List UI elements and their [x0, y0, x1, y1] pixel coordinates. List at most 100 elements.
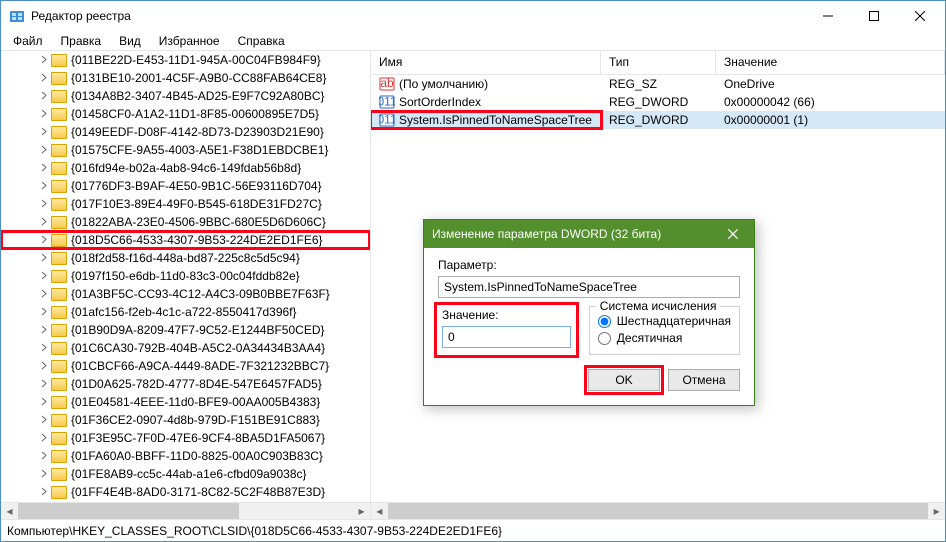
tree-item-label: {01FE8AB9-cc5c-44ab-a1e6-cfbd09a9038c}: [71, 467, 307, 481]
tree-item[interactable]: {01A3BF5C-CC93-4C12-A4C3-09B0BBE7F63F}: [1, 285, 370, 303]
value-data: OneDrive: [716, 77, 945, 91]
menu-file[interactable]: Файл: [5, 32, 51, 50]
expander-icon[interactable]: [39, 432, 50, 443]
expander-icon[interactable]: [39, 486, 50, 497]
expander-icon[interactable]: [39, 468, 50, 479]
tree-item-label: {018D5C66-4533-4307-9B53-224DE2ED1FE6}: [71, 233, 323, 247]
tree-item[interactable]: {01FF4E4B-8AD0-3171-8C82-5C2F48B87E3D}: [1, 483, 370, 501]
menu-bar: Файл Правка Вид Избранное Справка: [1, 31, 945, 51]
expander-icon[interactable]: [39, 342, 50, 353]
tree-item[interactable]: {0149EEDF-D08F-4142-8D73-D23903D21E90}: [1, 123, 370, 141]
window-title: Редактор реестра: [31, 9, 805, 23]
dialog-titlebar[interactable]: Изменение параметра DWORD (32 бита): [424, 220, 754, 248]
radix-hex[interactable]: Шестнадцатеричная: [598, 314, 731, 328]
folder-icon: [51, 414, 67, 427]
dialog-close-button[interactable]: [720, 223, 746, 245]
tree-item[interactable]: {01458CF0-A1A2-11D1-8F85-00600895E7D5}: [1, 105, 370, 123]
menu-edit[interactable]: Правка: [53, 32, 110, 50]
expander-icon[interactable]: [39, 216, 50, 227]
tree-item-label: {01E04581-4EEE-11d0-BFE9-00AA005B4383}: [71, 395, 320, 409]
tree-item[interactable]: {011BE22D-E453-11D1-945A-00C04FB984F9}: [1, 51, 370, 69]
col-value[interactable]: Значение: [716, 51, 945, 74]
tree-item[interactable]: {01E04581-4EEE-11d0-BFE9-00AA005B4383}: [1, 393, 370, 411]
radix-hex-radio[interactable]: [598, 315, 611, 328]
tree-item[interactable]: {018f2d58-f16d-448a-bd87-225c8c5d5c94}: [1, 249, 370, 267]
menu-help[interactable]: Справка: [230, 32, 293, 50]
edit-dword-dialog: Изменение параметра DWORD (32 бита) Пара…: [423, 219, 755, 406]
tree-item-label: {01C6CA30-792B-404B-A5C2-0A34434B3AA4}: [71, 341, 325, 355]
tree-item-label: {011BE22D-E453-11D1-945A-00C04FB984F9}: [71, 53, 321, 67]
expander-icon[interactable]: [39, 180, 50, 191]
col-name[interactable]: Имя: [371, 51, 601, 74]
expander-icon[interactable]: [39, 144, 50, 155]
radix-dec-radio[interactable]: [598, 332, 611, 345]
ok-button[interactable]: OK: [588, 369, 660, 391]
expander-icon[interactable]: [39, 306, 50, 317]
expander-icon[interactable]: [39, 396, 50, 407]
value-input[interactable]: [442, 326, 571, 348]
expander-icon[interactable]: [39, 234, 50, 245]
tree-item-label: {01575CFE-9A55-4003-A5E1-F38D1EBDCBE1}: [71, 143, 328, 157]
expander-icon[interactable]: [39, 324, 50, 335]
tree-item[interactable]: {01F36CE2-0907-4d8b-979D-F151BE91C883}: [1, 411, 370, 429]
tree-item[interactable]: {01FE8AB9-cc5c-44ab-a1e6-cfbd09a9038c}: [1, 465, 370, 483]
tree-item[interactable]: {01FA60A0-BBFF-11D0-8825-00A0C903B83C}: [1, 447, 370, 465]
tree-item[interactable]: {01afc156-f2eb-4c1c-a722-8550417d396f}: [1, 303, 370, 321]
tree-item-label: {0197f150-e6db-11d0-83c3-00c04fddb82e}: [71, 269, 300, 283]
expander-icon[interactable]: [39, 288, 50, 299]
expander-icon[interactable]: [39, 126, 50, 137]
expander-icon[interactable]: [39, 360, 50, 371]
expander-icon[interactable]: [39, 252, 50, 263]
col-type[interactable]: Тип: [601, 51, 716, 74]
expander-icon[interactable]: [39, 108, 50, 119]
maximize-button[interactable]: [851, 1, 897, 31]
tree-item-label: {01822ABA-23E0-4506-9BBC-680E5D6D606C}: [71, 215, 326, 229]
tree-item[interactable]: {0134A8B2-3407-4B45-AD25-E9F7C92A80BC}: [1, 87, 370, 105]
menu-view[interactable]: Вид: [111, 32, 149, 50]
tree-item[interactable]: {01D0A625-782D-4777-8D4E-547E6457FAD5}: [1, 375, 370, 393]
cancel-button[interactable]: Отмена: [668, 369, 740, 391]
tree-item[interactable]: {01822ABA-23E0-4506-9BBC-680E5D6D606C}: [1, 213, 370, 231]
tree-item[interactable]: {01CBCF66-A9CA-4449-8ADE-7F321232BBC7}: [1, 357, 370, 375]
list-row[interactable]: 011SortOrderIndexREG_DWORD0x00000042 (66…: [371, 93, 945, 111]
close-button[interactable]: [897, 1, 943, 31]
folder-icon: [51, 234, 67, 247]
tree-item[interactable]: {01F3E95C-7F0D-47E6-9CF4-8BA5D1FA5067}: [1, 429, 370, 447]
tree-item[interactable]: {01C6CA30-792B-404B-A5C2-0A34434B3AA4}: [1, 339, 370, 357]
folder-icon: [51, 216, 67, 229]
tree-pane: {011BE22D-E453-11D1-945A-00C04FB984F9} {0…: [1, 51, 371, 519]
expander-icon[interactable]: [39, 72, 50, 83]
expander-icon[interactable]: [39, 162, 50, 173]
list-row[interactable]: 011System.IsPinnedToNameSpaceTreeREG_DWO…: [371, 111, 945, 129]
expander-icon[interactable]: [39, 54, 50, 65]
menu-favorites[interactable]: Избранное: [151, 32, 228, 50]
folder-icon: [51, 54, 67, 67]
tree-item[interactable]: {016fd94e-b02a-4ab8-94c6-149fdab56b8d}: [1, 159, 370, 177]
minimize-button[interactable]: [805, 1, 851, 31]
tree-item-label: {0131BE10-2001-4C5F-A9B0-CC88FAB64CE8}: [71, 71, 327, 85]
tree-item[interactable]: {0197f150-e6db-11d0-83c3-00c04fddb82e}: [1, 267, 370, 285]
radix-dec[interactable]: Десятичная: [598, 331, 731, 345]
tree-item[interactable]: {01575CFE-9A55-4003-A5E1-F38D1EBDCBE1}: [1, 141, 370, 159]
tree-item[interactable]: {0131BE10-2001-4C5F-A9B0-CC88FAB64CE8}: [1, 69, 370, 87]
folder-icon: [51, 432, 67, 445]
tree-item-label: {0134A8B2-3407-4B45-AD25-E9F7C92A80BC}: [71, 89, 325, 103]
value-data: 0x00000001 (1): [716, 113, 945, 127]
list-hscrollbar[interactable]: ◂▸: [371, 502, 945, 519]
tree-view[interactable]: {011BE22D-E453-11D1-945A-00C04FB984F9} {0…: [1, 51, 370, 502]
tree-item[interactable]: {017F10E3-89E4-49F0-B545-618DE31FD27C}: [1, 195, 370, 213]
folder-icon: [51, 90, 67, 103]
tree-hscrollbar[interactable]: ◂▸: [1, 502, 370, 519]
tree-item[interactable]: {01776DF3-B9AF-4E50-9B1C-56E93116D704}: [1, 177, 370, 195]
list-row[interactable]: ab(По умолчанию)REG_SZOneDrive: [371, 75, 945, 93]
expander-icon[interactable]: [39, 378, 50, 389]
expander-icon[interactable]: [39, 90, 50, 101]
folder-icon: [51, 468, 67, 481]
expander-icon[interactable]: [39, 450, 50, 461]
tree-item[interactable]: {018D5C66-4533-4307-9B53-224DE2ED1FE6}: [1, 231, 370, 249]
expander-icon[interactable]: [39, 414, 50, 425]
folder-icon: [51, 126, 67, 139]
expander-icon[interactable]: [39, 270, 50, 281]
tree-item[interactable]: {01B90D9A-8209-47F7-9C52-E1244BF50CED}: [1, 321, 370, 339]
expander-icon[interactable]: [39, 198, 50, 209]
